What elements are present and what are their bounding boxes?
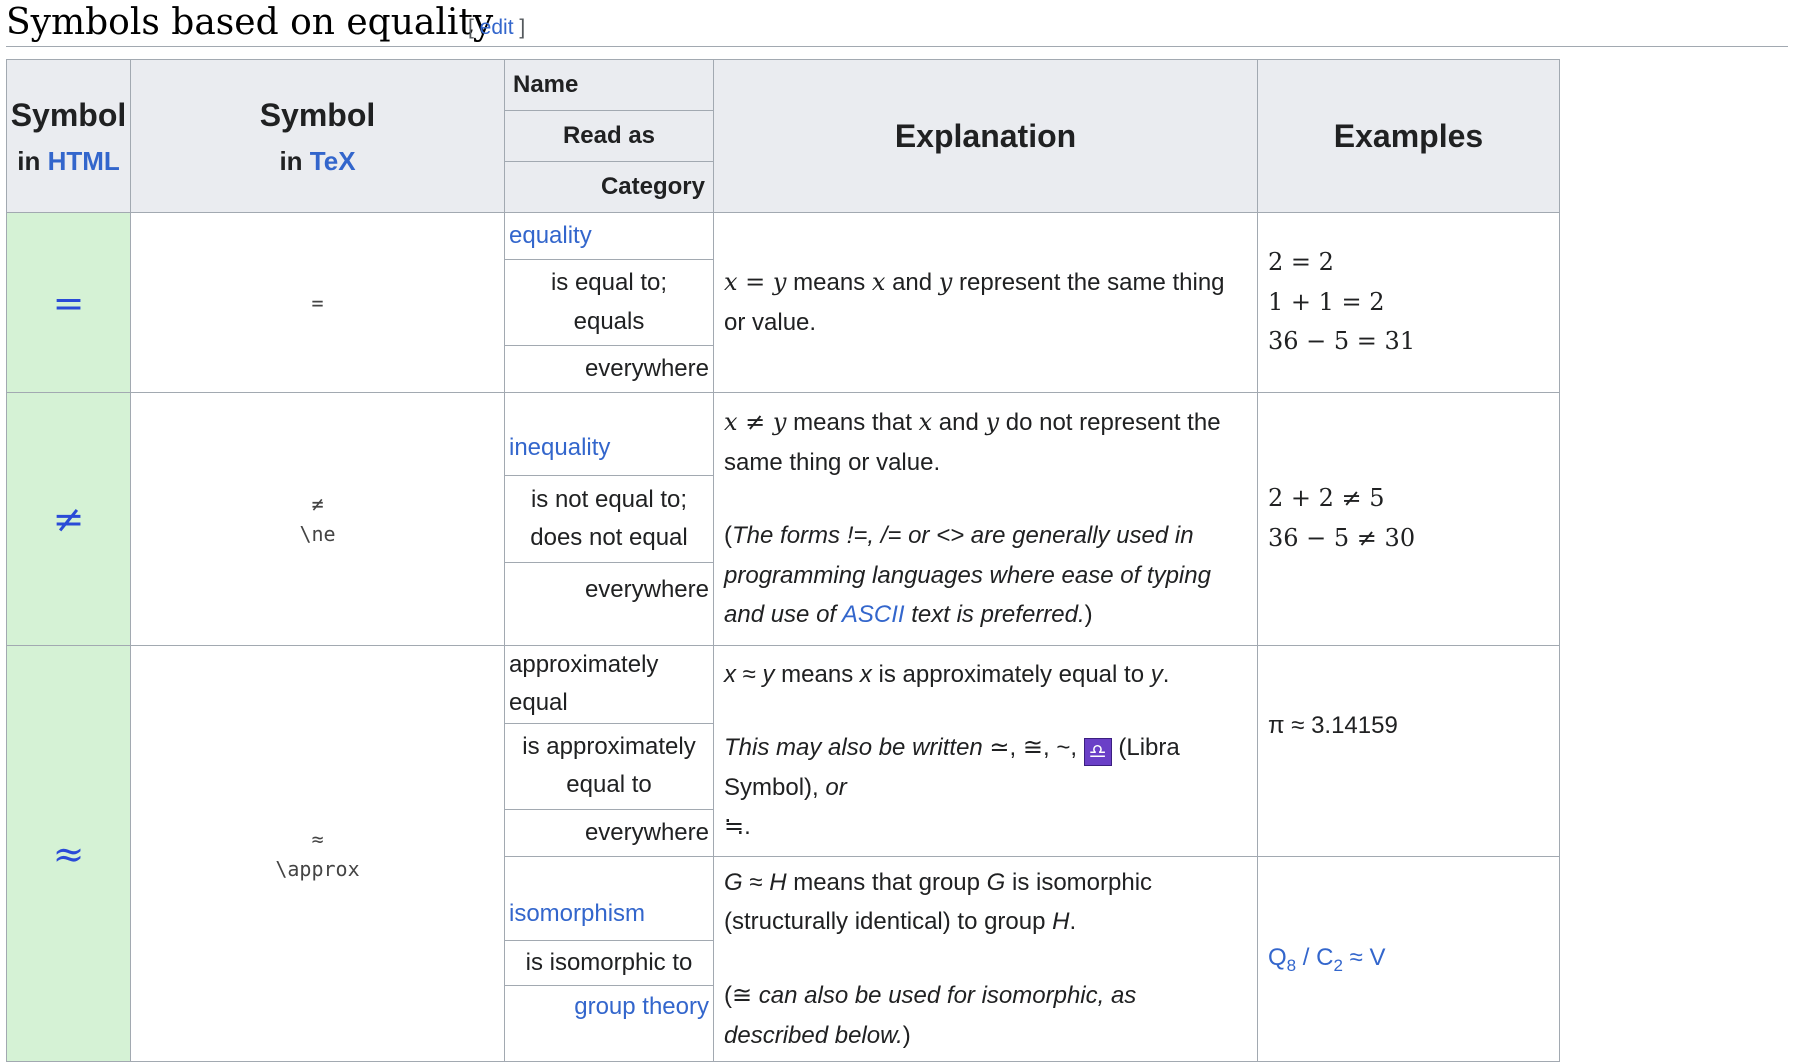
html-symbol-approx: ≈ bbox=[6, 644, 131, 1062]
equality-link[interactable]: equality bbox=[509, 222, 592, 249]
header-symbol-html: Symbol in HTML bbox=[6, 59, 131, 213]
edit-section: [ edit ] bbox=[468, 16, 526, 39]
explanation-isomorphism: G ≈ H means that group G is isomorphic (… bbox=[713, 855, 1258, 1062]
examples-inequality: 2 + 2 ≠ 5 36 − 5 ≠ 30 bbox=[1257, 392, 1560, 646]
example-line: π ≈ 3.14159 bbox=[1268, 712, 1398, 739]
header-explanation: Explanation bbox=[713, 59, 1258, 213]
header-read-as: Read as bbox=[504, 110, 714, 162]
category-approximately-equal: everywhere bbox=[504, 808, 714, 857]
header-category: Category bbox=[504, 161, 714, 213]
examples-approximately-equal: π ≈ 3.14159 bbox=[1257, 645, 1560, 857]
header-examples: Examples bbox=[1257, 59, 1560, 213]
section-heading: Symbols based on equality [ edit ] bbox=[6, 0, 1788, 47]
tex-link[interactable]: TeX bbox=[310, 146, 356, 176]
explanation-approximately-equal: x ≈ y means x is approximately equal to … bbox=[713, 645, 1258, 857]
html-symbol-not-equal: ≠ bbox=[6, 392, 131, 646]
name-approximately-equal: approximately equal bbox=[504, 645, 714, 724]
html-link[interactable]: HTML bbox=[48, 146, 120, 176]
name-inequality: inequality bbox=[504, 392, 714, 476]
example-line: 2 = 2 bbox=[1268, 248, 1334, 277]
tex-command: \approx bbox=[275, 856, 360, 881]
tex-command: \ne bbox=[299, 522, 336, 546]
read-as-equality: is equal to; equals bbox=[504, 259, 714, 346]
tex-symbol-not-equal: ≠ \ne bbox=[130, 392, 505, 646]
inequality-link[interactable]: inequality bbox=[509, 434, 610, 461]
category-inequality: everywhere bbox=[504, 562, 714, 646]
read-as-inequality: is not equal to; does not equal bbox=[504, 475, 714, 563]
tex-symbol-equals: = bbox=[130, 212, 505, 393]
libra-icon: ♎ bbox=[1083, 738, 1112, 767]
tex-symbol-approx: ≈ \approx bbox=[130, 644, 505, 1062]
read-as-isomorphism: is isomorphic to bbox=[504, 939, 714, 987]
read-as-approximately-equal: is approximately equal to bbox=[504, 722, 714, 810]
edit-link[interactable]: edit bbox=[480, 16, 514, 39]
examples-isomorphism: Q8 / C2 ≈ V bbox=[1257, 855, 1560, 1062]
section-title: Symbols based on equality bbox=[6, 2, 494, 43]
category-isomorphism: group theory bbox=[504, 985, 714, 1062]
example-line: 36 − 5 = 31 bbox=[1268, 327, 1416, 356]
explanation-equality: x = y means x and y represent the same t… bbox=[713, 212, 1258, 393]
example-line: 36 − 5 ≠ 30 bbox=[1268, 524, 1416, 552]
equality-symbols-table: Symbol in HTML Symbol in TeX Name Explan… bbox=[6, 59, 1560, 1062]
name-equality: equality bbox=[504, 212, 714, 260]
isomorphism-link[interactable]: isomorphism bbox=[509, 900, 645, 927]
klein-group-link[interactable]: ≈ V bbox=[1343, 944, 1386, 971]
category-equality: everywhere bbox=[504, 345, 714, 393]
name-isomorphism: isomorphism bbox=[504, 855, 714, 941]
example-line: 2 + 2 ≠ 5 bbox=[1268, 484, 1385, 513]
group-theory-link[interactable]: group theory bbox=[574, 993, 709, 1020]
examples-equality: 2 = 2 1 + 1 = 2 36 − 5 = 31 bbox=[1257, 212, 1560, 393]
explanation-inequality: x ≠ y means that x and y do not represen… bbox=[713, 392, 1258, 646]
q8-link[interactable]: Q8 bbox=[1268, 944, 1296, 975]
html-symbol-equals: = bbox=[6, 212, 131, 393]
header-symbol-tex: Symbol in TeX bbox=[130, 59, 505, 213]
example-line: 1 + 1 = 2 bbox=[1268, 287, 1385, 316]
c2-link[interactable]: C2 bbox=[1316, 944, 1343, 975]
ascii-link[interactable]: ASCII bbox=[842, 601, 905, 628]
header-name: Name bbox=[504, 59, 714, 111]
